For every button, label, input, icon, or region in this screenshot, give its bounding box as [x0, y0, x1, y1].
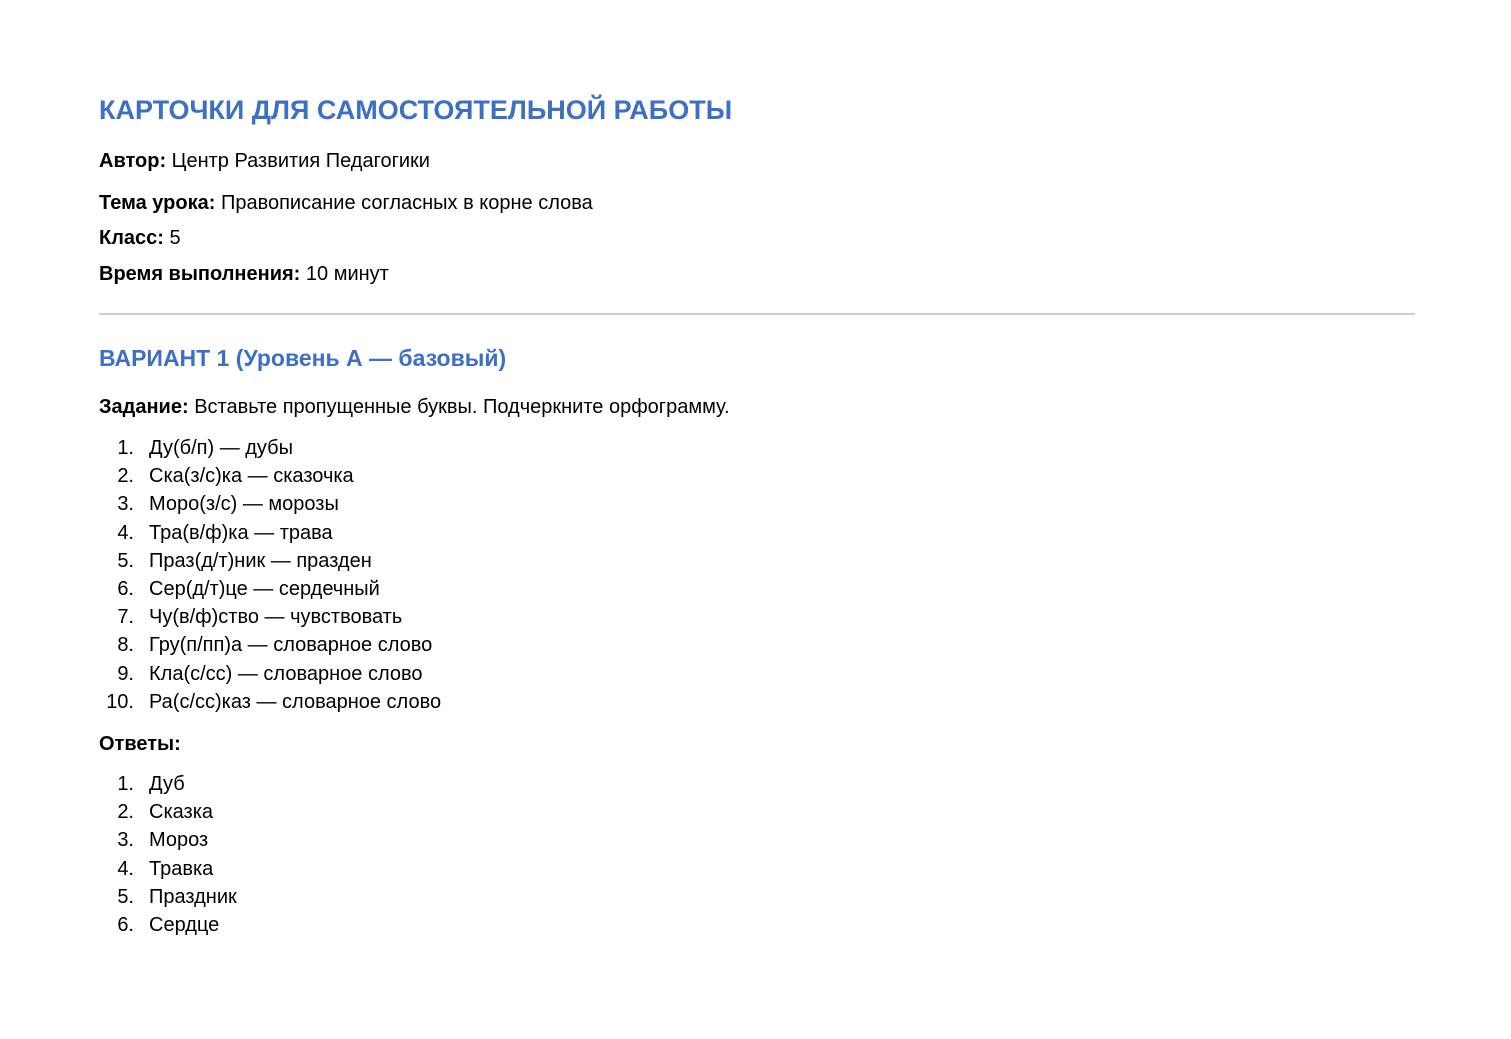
- item-number: 5.: [117, 549, 134, 572]
- answer-text: Травка: [149, 857, 214, 880]
- answer-number: 1.: [117, 773, 134, 795]
- answer-number: 3.: [117, 829, 134, 852]
- list-item: 2. Ска(з/с)ка — сказочка: [99, 462, 441, 490]
- answer-item: 2. Сказка: [99, 798, 237, 826]
- meta-topic: Тема урока: Правописание согласных в кор…: [99, 190, 593, 216]
- list-item: 6. Сер(д/т)це — сердечный: [99, 575, 441, 603]
- answer-item: 6. Сердце: [99, 911, 237, 939]
- list-item: 8. Гру(п/пп)а — словарное слово: [99, 631, 441, 659]
- answer-text: Дуб: [149, 773, 185, 795]
- item-number: 10.: [106, 690, 134, 713]
- answer-text: Сказка: [149, 801, 214, 824]
- answer-number: 2.: [117, 801, 134, 824]
- item-number: 9.: [117, 662, 134, 685]
- answer-item: 3. Мороз: [99, 826, 237, 854]
- item-text: Ду(б/п) — дубы: [149, 437, 293, 459]
- meta-duration-label: Время выполнения:: [99, 263, 301, 285]
- task-instruction: Задание: Вставьте пропущенные буквы. Под…: [99, 394, 730, 420]
- answers-list: 1. Дуб 2. Сказка 3. Мороз 4. Травка 5. Праздн…: [99, 770, 237, 939]
- list-item: 4. Тра(в/ф)ка — трава: [99, 519, 441, 547]
- list-item: 9. Кла(с/сс) — словарное слово: [99, 660, 441, 688]
- item-text: Моро(з/с) — морозы: [149, 493, 339, 516]
- answer-text: Мороз: [149, 829, 209, 852]
- meta-author-value: Центр Развития Педагогики: [171, 150, 430, 172]
- list-item: 3. Моро(з/с) — морозы: [99, 490, 441, 518]
- answer-text: Сердце: [149, 913, 220, 936]
- meta-topic-label: Тема урока:: [99, 192, 216, 214]
- answer-item: 4. Травка: [99, 855, 237, 883]
- section-divider: [99, 313, 1415, 315]
- answer-number: 6.: [117, 913, 134, 936]
- item-number: 8.: [117, 634, 134, 657]
- answer-number: 4.: [117, 857, 134, 880]
- item-text: Сер(д/т)це — сердечный: [149, 577, 380, 600]
- item-text: Ска(з/с)ка — сказочка: [149, 465, 354, 488]
- meta-topic-value: Правописание согласных в корне слова: [220, 192, 593, 214]
- item-text: Тра(в/ф)ка — трава: [149, 521, 333, 544]
- item-number: 4.: [117, 521, 134, 544]
- item-text: Кла(с/сс) — словарное слово: [149, 662, 423, 685]
- meta-duration-value: 10 минут: [305, 263, 389, 285]
- task-text: Вставьте пропущенные буквы. Подчеркните …: [194, 396, 730, 418]
- item-number: 2.: [117, 465, 134, 488]
- answer-number: 5.: [117, 885, 134, 908]
- document-title: КАРТОЧКИ ДЛЯ САМОСТОЯТЕЛЬНОЙ РАБОТЫ: [99, 95, 733, 125]
- item-number: 3.: [117, 493, 134, 516]
- answer-text: Праздник: [149, 885, 237, 908]
- answers-heading: Ответы:: [99, 733, 181, 755]
- item-text: Ра(с/сс)каз — словарное слово: [149, 690, 442, 713]
- meta-grade: Класс: 5: [99, 225, 181, 251]
- list-item: 1. Ду(б/п) — дубы: [99, 434, 441, 462]
- meta-author-label: Автор:: [99, 150, 167, 172]
- answer-item: 1. Дуб: [99, 770, 237, 798]
- variant-title: ВАРИАНТ 1 (Уровень А — базовый): [99, 345, 507, 371]
- item-text: Чу(в/ф)ство — чувствовать: [149, 606, 403, 629]
- task-label: Задание:: [99, 396, 189, 418]
- list-item: 5. Праз(д/т)ник — празден: [99, 547, 441, 575]
- list-item: 7. Чу(в/ф)ство — чувствовать: [99, 603, 441, 631]
- list-item: 10. Ра(с/сс)каз — словарное слово: [99, 688, 441, 716]
- meta-grade-value: 5: [169, 227, 181, 249]
- answer-item: 5. Праздник: [99, 883, 237, 911]
- meta-author: Автор: Центр Развития Педагогики: [99, 148, 430, 174]
- exercise-list: 1. Ду(б/п) — дубы 2. Ска(з/с)ка — сказочка…: [99, 434, 441, 716]
- item-number: 7.: [117, 606, 134, 629]
- item-number: 1.: [117, 437, 134, 459]
- meta-grade-label: Класс:: [99, 227, 164, 249]
- item-text: Гру(п/пп)а — словарное слово: [149, 634, 433, 657]
- meta-duration: Время выполнения: 10 минут: [99, 261, 389, 287]
- item-number: 6.: [117, 577, 134, 600]
- item-text: Праз(д/т)ник — празден: [149, 549, 372, 572]
